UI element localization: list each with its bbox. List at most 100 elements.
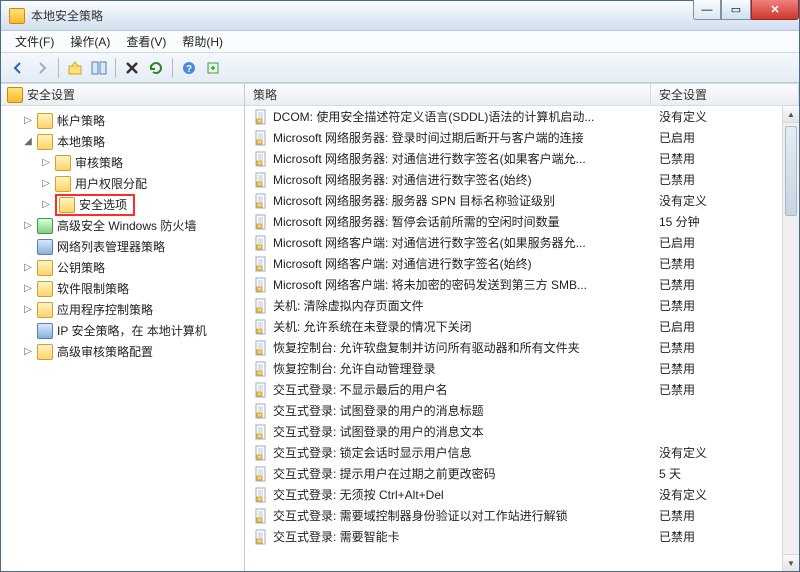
policy-row[interactable]: Microsoft 网络服务器: 对通信进行数字签名(始终)已禁用 [245, 169, 799, 190]
policy-row[interactable]: Microsoft 网络服务器: 登录时间过期后断开与客户端的连接已启用 [245, 127, 799, 148]
vertical-scrollbar[interactable]: ▲ ▼ [782, 106, 799, 571]
expander-icon[interactable]: ▷ [19, 283, 37, 294]
maximize-button[interactable]: ▭ [721, 0, 751, 20]
policy-icon [253, 319, 269, 335]
close-button[interactable]: ✕ [751, 0, 799, 20]
tree-item[interactable]: ▷高级审核策略配置 [1, 341, 244, 362]
policy-row[interactable]: 恢复控制台: 允许自动管理登录已禁用 [245, 358, 799, 379]
policy-setting: 15 分钟 [651, 213, 799, 230]
policy-row[interactable]: 交互式登录: 试图登录的用户的消息文本 [245, 421, 799, 442]
tree-item[interactable]: ▷ 公钥策略 [1, 257, 244, 278]
policy-row[interactable]: 交互式登录: 锁定会话时显示用户信息没有定义 [245, 442, 799, 463]
expander-icon[interactable]: ▷ [37, 199, 55, 210]
policy-setting: 没有定义 [651, 444, 799, 461]
policy-setting: 已禁用 [651, 276, 799, 293]
policy-name: Microsoft 网络服务器: 服务器 SPN 目标名称验证级别 [273, 192, 651, 209]
policy-row[interactable]: 交互式登录: 需要域控制器身份验证以对工作站进行解锁已禁用 [245, 505, 799, 526]
tree-item-label: 应用程序控制策略 [57, 301, 153, 318]
window-title: 本地安全策略 [31, 7, 693, 24]
tree-item[interactable]: ▷ 应用程序控制策略 [1, 299, 244, 320]
expander-icon[interactable]: ▷ [19, 346, 37, 357]
expander-icon[interactable]: ▷ [19, 304, 37, 315]
tree-item-label: IP 安全策略，在 本地计算机 [57, 322, 207, 339]
policy-row[interactable]: 交互式登录: 无须按 Ctrl+Alt+Del没有定义 [245, 484, 799, 505]
tree-item[interactable]: ▷ 用户权限分配 [1, 173, 244, 194]
expander-icon[interactable]: ▷ [37, 157, 55, 168]
policy-name: Microsoft 网络服务器: 暂停会话前所需的空闲时间数量 [273, 213, 651, 230]
expander-icon[interactable]: ▷ [19, 115, 37, 126]
policy-setting: 已启用 [651, 234, 799, 251]
policy-row[interactable]: Microsoft 网络服务器: 服务器 SPN 目标名称验证级别没有定义 [245, 190, 799, 211]
export-button[interactable] [202, 57, 224, 79]
svg-text:?: ? [186, 64, 192, 75]
policy-icon [253, 235, 269, 251]
policy-row[interactable]: Microsoft 网络服务器: 对通信进行数字签名(如果客户端允...已禁用 [245, 148, 799, 169]
refresh-button[interactable] [145, 57, 167, 79]
tree-item[interactable]: ▷高级安全 Windows 防火墙 [1, 215, 244, 236]
minimize-button[interactable]: — [693, 0, 721, 20]
tree-item[interactable]: IP 安全策略，在 本地计算机 [1, 320, 244, 341]
expander-icon[interactable]: ▷ [19, 220, 37, 231]
column-setting[interactable]: 安全设置 [651, 84, 799, 105]
policy-icon [253, 277, 269, 293]
policy-name: 交互式登录: 提示用户在过期之前更改密码 [273, 465, 651, 482]
tree-item[interactable]: 网络列表管理器策略 [1, 236, 244, 257]
policy-row[interactable]: 交互式登录: 提示用户在过期之前更改密码5 天 [245, 463, 799, 484]
list-header: 策略 安全设置 [245, 84, 799, 106]
policy-row[interactable]: 关机: 允许系统在未登录的情况下关闭已启用 [245, 316, 799, 337]
tree-item-label: 审核策略 [75, 154, 123, 171]
policy-setting: 已启用 [651, 129, 799, 146]
folder-icon [37, 323, 53, 339]
expander-icon[interactable]: ▷ [19, 262, 37, 273]
policy-name: Microsoft 网络服务器: 对通信进行数字签名(始终) [273, 171, 651, 188]
policy-name: 交互式登录: 无须按 Ctrl+Alt+Del [273, 486, 651, 503]
tree-item[interactable]: ▷ 软件限制策略 [1, 278, 244, 299]
policy-row[interactable]: Microsoft 网络服务器: 暂停会话前所需的空闲时间数量15 分钟 [245, 211, 799, 232]
policy-name: Microsoft 网络客户端: 对通信进行数字签名(如果服务器允... [273, 234, 651, 251]
forward-button[interactable] [31, 57, 53, 79]
tree-item-label: 用户权限分配 [75, 175, 147, 192]
policy-setting: 5 天 [651, 465, 799, 482]
policy-row[interactable]: 关机: 清除虚拟内存页面文件已禁用 [245, 295, 799, 316]
back-button[interactable] [7, 57, 29, 79]
policy-setting: 已禁用 [651, 528, 799, 545]
folder-icon [59, 197, 75, 213]
tree-item-label: 帐户策略 [57, 112, 105, 129]
tree-item[interactable]: ◢本地策略 [1, 131, 244, 152]
delete-button[interactable] [121, 57, 143, 79]
policy-row[interactable]: 交互式登录: 不显示最后的用户名已禁用 [245, 379, 799, 400]
toolbar: ? [1, 53, 799, 83]
menu-view[interactable]: 查看(V) [118, 31, 174, 52]
policy-row[interactable]: 恢复控制台: 允许软盘复制并访问所有驱动器和所有文件夹已禁用 [245, 337, 799, 358]
policy-row[interactable]: 交互式登录: 试图登录的用户的消息标题 [245, 400, 799, 421]
scroll-down-button[interactable]: ▼ [783, 554, 799, 571]
policy-icon [253, 151, 269, 167]
expander-icon[interactable]: ◢ [19, 136, 37, 147]
menu-file[interactable]: 文件(F) [7, 31, 62, 52]
scroll-thumb[interactable] [785, 126, 797, 216]
list-panel: 策略 安全设置 DCOM: 使用安全描述符定义语言(SDDL)语法的计算机启动.… [245, 84, 799, 571]
menu-action[interactable]: 操作(A) [62, 31, 118, 52]
policy-row[interactable]: Microsoft 网络客户端: 对通信进行数字签名(始终)已禁用 [245, 253, 799, 274]
expander-icon[interactable]: ▷ [37, 178, 55, 189]
policy-row[interactable]: Microsoft 网络客户端: 对通信进行数字签名(如果服务器允...已启用 [245, 232, 799, 253]
tree-item-label: 软件限制策略 [57, 280, 129, 297]
tree-item-label: 公钥策略 [57, 259, 105, 276]
tree-item[interactable]: ▷ 审核策略 [1, 152, 244, 173]
policy-row[interactable]: 交互式登录: 需要智能卡已禁用 [245, 526, 799, 547]
tree-item[interactable]: ▷安全选项 [1, 194, 244, 215]
tree-header[interactable]: 安全设置 [1, 84, 244, 106]
help-button[interactable]: ? [178, 57, 200, 79]
tree-item[interactable]: ▷ 帐户策略 [1, 110, 244, 131]
column-policy[interactable]: 策略 [245, 84, 651, 105]
folder-icon [37, 113, 53, 129]
policy-row[interactable]: Microsoft 网络客户端: 将未加密的密码发送到第三方 SMB...已禁用 [245, 274, 799, 295]
show-hide-tree-button[interactable] [88, 57, 110, 79]
scroll-up-button[interactable]: ▲ [783, 106, 799, 123]
titlebar[interactable]: 本地安全策略 — ▭ ✕ [1, 1, 799, 31]
policy-setting: 已禁用 [651, 339, 799, 356]
menu-help[interactable]: 帮助(H) [174, 31, 231, 52]
up-level-button[interactable] [64, 57, 86, 79]
policy-row[interactable]: DCOM: 使用安全描述符定义语言(SDDL)语法的计算机启动...没有定义 [245, 106, 799, 127]
tree-panel: 安全设置 ▷ 帐户策略 ◢本地策略 ▷ 审核策略 ▷ 用户权限分配 ▷安全选项▷高级安全 Wi… [1, 84, 245, 571]
